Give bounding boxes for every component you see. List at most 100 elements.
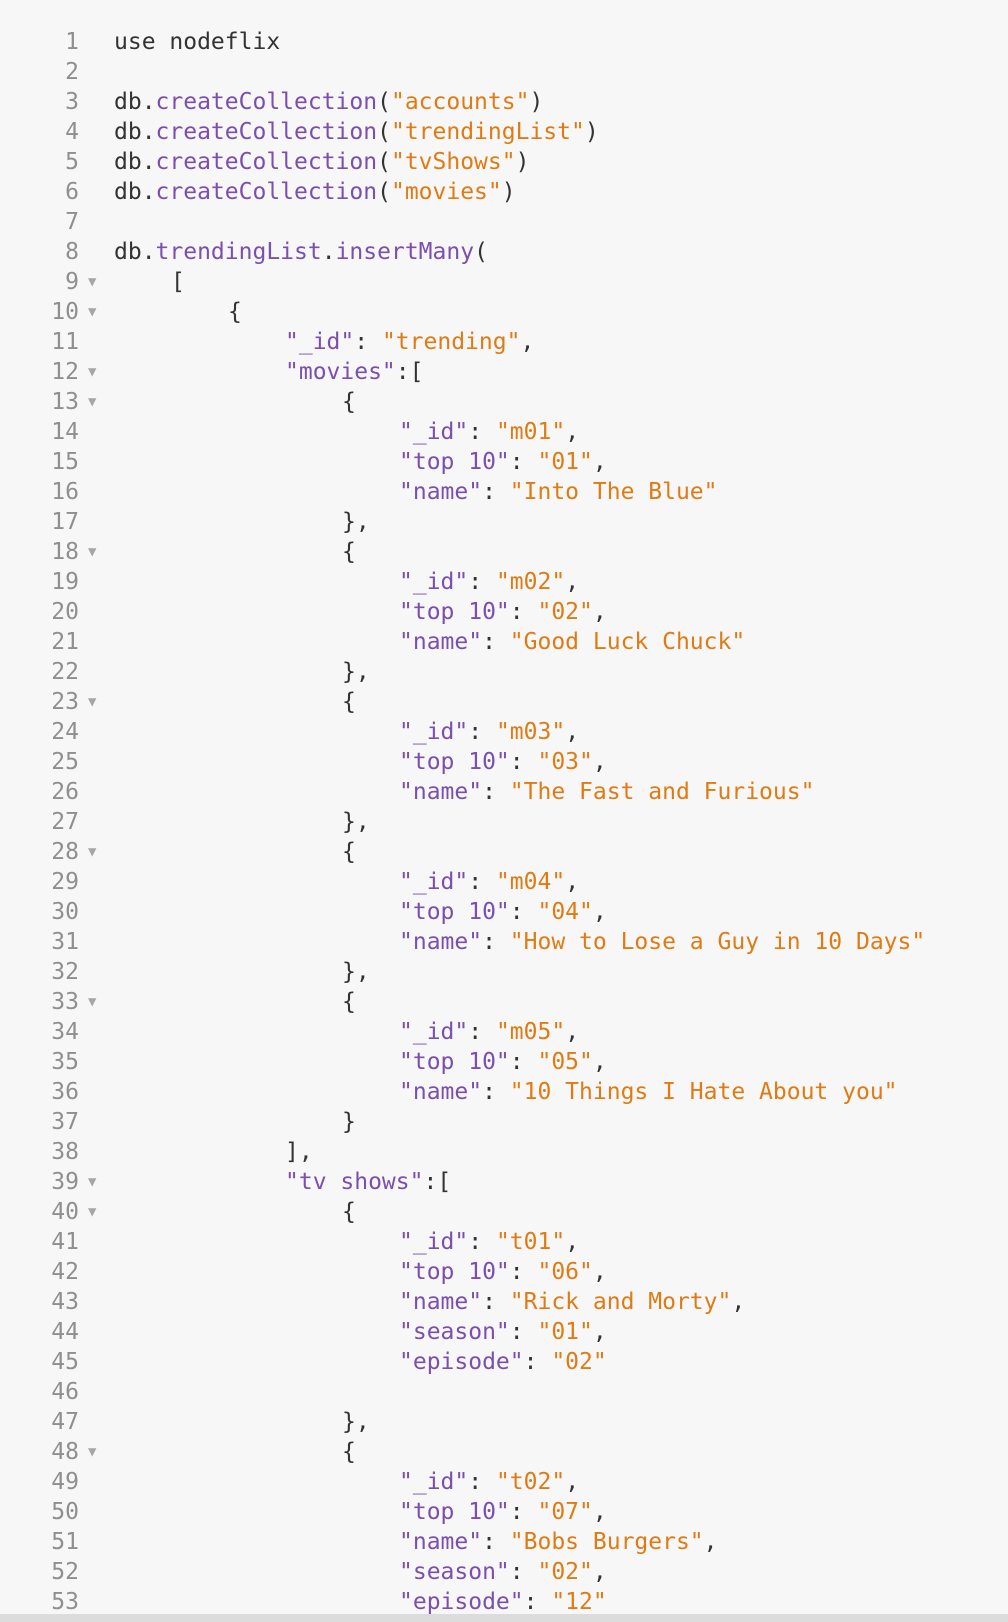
code-line[interactable]: 51 "name": "Bobs Burgers",: [0, 1527, 1008, 1557]
code-line[interactable]: 16 "name": "Into The Blue": [0, 477, 1008, 507]
code-line[interactable]: 22},: [0, 657, 1008, 687]
code-line[interactable]: 7: [0, 207, 1008, 237]
code-line[interactable]: 41 "_id": "t01",: [0, 1227, 1008, 1257]
line-number: 3: [65, 89, 79, 115]
code-line[interactable]: 52 "season": "02",: [0, 1557, 1008, 1587]
code-line[interactable]: 23 ▼ {: [0, 687, 1008, 717]
line-number: 40: [51, 1199, 79, 1225]
string-literal: "m05": [495, 1019, 566, 1045]
code-text: "top 10": "07",: [399, 1497, 607, 1527]
code-line[interactable]: 1 use nodeflix: [0, 27, 1008, 57]
line-number: 8: [65, 239, 79, 265]
code-text: {: [342, 537, 356, 567]
code-line[interactable]: 25 "top 10": "03",: [0, 747, 1008, 777]
line-number: 12: [51, 359, 79, 385]
code-line[interactable]: 35 "top 10": "05",: [0, 1047, 1008, 1077]
code-line[interactable]: 30 "top 10": "04",: [0, 897, 1008, 927]
code-token: (: [377, 119, 391, 145]
code-line[interactable]: 33 ▼ {: [0, 987, 1008, 1017]
code-line[interactable]: 47},: [0, 1407, 1008, 1437]
code-token: ,: [592, 449, 607, 475]
method-name: createCollection: [155, 119, 378, 145]
code-line[interactable]: 13 ▼ {: [0, 387, 1008, 417]
code-token: :: [482, 479, 510, 505]
code-line[interactable]: 26 "name": "The Fast and Furious": [0, 777, 1008, 807]
line-number: 39: [51, 1169, 79, 1195]
code-text: "_id": "t01",: [399, 1227, 579, 1257]
code-line[interactable]: 44 "season": "01",: [0, 1317, 1008, 1347]
code-line[interactable]: 4 db.createCollection("trendingList"): [0, 117, 1008, 147]
code-line[interactable]: 32},: [0, 957, 1008, 987]
code-token: ,: [565, 869, 580, 895]
property-key: "top 10": [399, 1259, 510, 1285]
code-line[interactable]: 37}: [0, 1107, 1008, 1137]
code-text: "_id": "m03",: [399, 717, 579, 747]
code-line[interactable]: 8 db.trendingList.insertMany(: [0, 237, 1008, 267]
code-line[interactable]: 28 ▼ {: [0, 837, 1008, 867]
code-line[interactable]: 12 ▼ "movies":[: [0, 357, 1008, 387]
fold-toggle-icon[interactable]: ▼: [88, 537, 96, 567]
fold-toggle-icon[interactable]: ▼: [88, 1167, 96, 1197]
code-line[interactable]: 45 "episode": "02": [0, 1347, 1008, 1377]
code-line[interactable]: 53 "episode": "12": [0, 1587, 1008, 1617]
horizontal-scrollbar[interactable]: [0, 1614, 1008, 1622]
code-line[interactable]: 5 db.createCollection("tvShows"): [0, 147, 1008, 177]
fold-toggle-icon[interactable]: ▼: [88, 1197, 96, 1227]
code-line[interactable]: 48 ▼ {: [0, 1437, 1008, 1467]
code-line[interactable]: 24 "_id": "m03",: [0, 717, 1008, 747]
code-line[interactable]: 34 "_id": "m05",: [0, 1017, 1008, 1047]
code-line[interactable]: 39 ▼ "tv shows":[: [0, 1167, 1008, 1197]
code-line[interactable]: 9 ▼ [: [0, 267, 1008, 297]
code-line[interactable]: 3 db.createCollection("accounts"): [0, 87, 1008, 117]
fold-toggle-icon[interactable]: ▼: [88, 687, 96, 717]
code-line[interactable]: 36 "name": "10 Things I Hate About you": [0, 1077, 1008, 1107]
string-literal: "accounts": [390, 89, 530, 115]
code-line[interactable]: 42 "top 10": "06",: [0, 1257, 1008, 1287]
fold-toggle-icon[interactable]: ▼: [88, 267, 96, 297]
code-line[interactable]: 31 "name": "How to Lose a Guy in 10 Days": [0, 927, 1008, 957]
code-line[interactable]: 14 "_id": "m01",: [0, 417, 1008, 447]
code-line[interactable]: 15 "top 10": "01",: [0, 447, 1008, 477]
line-number: 20: [51, 599, 79, 625]
fold-toggle-icon[interactable]: ▼: [88, 357, 96, 387]
fold-toggle-icon[interactable]: ▼: [88, 387, 96, 417]
code-token: :: [482, 1529, 510, 1555]
line-number: 34: [51, 1019, 79, 1045]
code-line[interactable]: 38],: [0, 1137, 1008, 1167]
code-line[interactable]: 40 ▼ {: [0, 1197, 1008, 1227]
code-text: {: [342, 687, 356, 717]
code-line[interactable]: 20 "top 10": "02",: [0, 597, 1008, 627]
code-line[interactable]: 18 ▼ {: [0, 537, 1008, 567]
fold-toggle-icon[interactable]: ▼: [88, 987, 96, 1017]
code-line[interactable]: 21 "name": "Good Luck Chuck": [0, 627, 1008, 657]
fold-toggle-icon[interactable]: ▼: [88, 1437, 96, 1467]
code-line[interactable]: 50 "top 10": "07",: [0, 1497, 1008, 1527]
code-line[interactable]: 10 ▼ {: [0, 297, 1008, 327]
code-token: :: [468, 1229, 496, 1255]
code-token: db.: [114, 239, 156, 265]
code-token: :: [482, 779, 510, 805]
string-literal: "01": [537, 1319, 593, 1345]
code-token: {: [342, 1199, 356, 1225]
code-area[interactable]: 1 use nodeflix 2 3 db.createCollection("acco…: [0, 27, 1008, 1617]
code-line[interactable]: 43 "name": "Rick and Morty",: [0, 1287, 1008, 1317]
string-literal: "02": [537, 599, 593, 625]
code-line[interactable]: 19 "_id": "m02",: [0, 567, 1008, 597]
fold-toggle-icon[interactable]: ▼: [88, 837, 96, 867]
code-token: },: [342, 809, 370, 835]
code-text: "top 10": "04",: [399, 897, 607, 927]
code-line[interactable]: 11 "_id": "trending",: [0, 327, 1008, 357]
line-number: 17: [51, 509, 79, 535]
code-token: ,: [565, 1229, 580, 1255]
code-line[interactable]: 49 "_id": "t02",: [0, 1467, 1008, 1497]
property-key: "name": [399, 479, 483, 505]
code-line[interactable]: 2: [0, 57, 1008, 87]
code-line[interactable]: 46: [0, 1377, 1008, 1407]
code-text: "name": "Rick and Morty",: [399, 1287, 745, 1317]
fold-toggle-icon[interactable]: ▼: [88, 297, 96, 327]
code-line[interactable]: 27},: [0, 807, 1008, 837]
code-line[interactable]: 17},: [0, 507, 1008, 537]
code-line[interactable]: 6 db.createCollection("movies"): [0, 177, 1008, 207]
code-line[interactable]: 29 "_id": "m04",: [0, 867, 1008, 897]
code-editor[interactable]: 1 use nodeflix 2 3 db.createCollection("acco…: [0, 0, 1008, 1622]
